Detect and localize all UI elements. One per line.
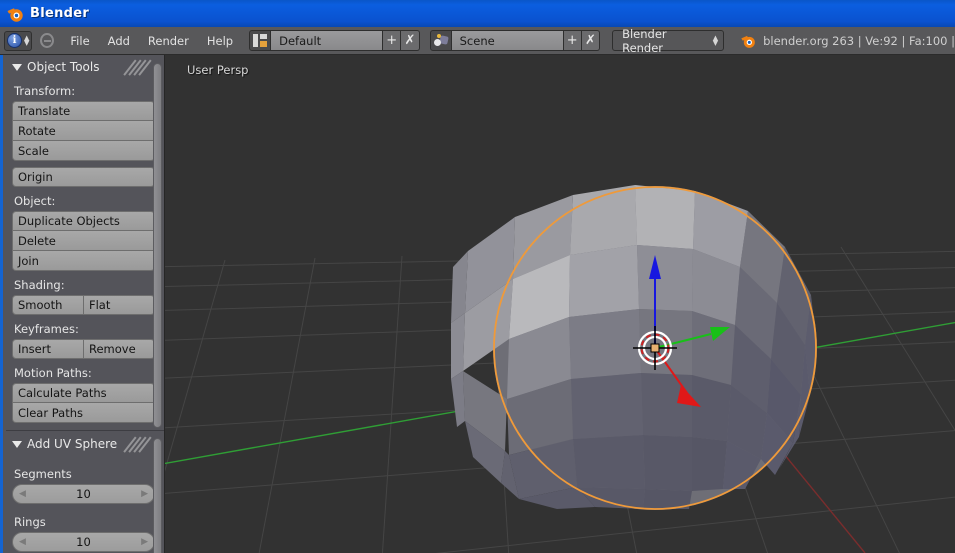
menu-render[interactable]: Render bbox=[139, 31, 198, 51]
origin-button[interactable]: Origin bbox=[12, 167, 155, 187]
status-area: blender.org 263 | Ve:92 | Fa:100 | bbox=[740, 33, 955, 49]
group-shading: Smooth Flat bbox=[12, 295, 155, 315]
label-shading: Shading: bbox=[14, 278, 65, 292]
segments-stepper[interactable]: ◀ 10 ▶ bbox=[12, 484, 155, 504]
status-text: blender.org 263 | Ve:92 | Fa:100 | bbox=[763, 33, 955, 48]
grip-lines-icon[interactable] bbox=[123, 59, 152, 76]
minus-circle-icon[interactable] bbox=[40, 33, 55, 48]
label-motion-paths: Motion Paths: bbox=[14, 366, 92, 380]
chevron-right-icon[interactable]: ▶ bbox=[141, 489, 148, 499]
clear-paths-button[interactable]: Clear Paths bbox=[12, 403, 155, 423]
panel-object-tools: Object Tools Transform: Translate Rotate… bbox=[3, 55, 164, 423]
viewport-view-label: User Persp bbox=[187, 63, 249, 77]
triangle-down-icon bbox=[12, 63, 22, 71]
object-tools-scrollbar[interactable] bbox=[153, 63, 162, 428]
label-segments: Segments bbox=[14, 467, 72, 481]
blender-logo-icon bbox=[740, 33, 756, 49]
panel-divider bbox=[6, 430, 164, 431]
panel-add-uv-sphere-title: Add UV Sphere bbox=[27, 437, 118, 451]
updown-arrows-icon: ▲ ▼ bbox=[24, 33, 30, 47]
duplicate-objects-button[interactable]: Duplicate Objects bbox=[12, 211, 155, 231]
join-button[interactable]: Join bbox=[12, 251, 155, 271]
info-editor-icon: i bbox=[7, 33, 22, 48]
tool-panel: Object Tools Transform: Translate Rotate… bbox=[0, 55, 165, 553]
editor-type-selector[interactable]: i ▲ ▼ bbox=[4, 30, 33, 51]
window-titlebar: Blender bbox=[0, 0, 955, 27]
group-keyframes: Insert Remove bbox=[12, 339, 155, 359]
grip-lines-icon[interactable] bbox=[123, 436, 152, 453]
rings-value: 10 bbox=[76, 535, 91, 549]
delete-button[interactable]: Delete bbox=[12, 231, 155, 251]
rings-stepper[interactable]: ◀ 10 ▶ bbox=[12, 532, 155, 552]
delete-scene-button[interactable]: ✗ bbox=[581, 30, 601, 51]
blender-logo-icon bbox=[6, 5, 24, 23]
chevron-left-icon[interactable]: ◀ bbox=[19, 489, 26, 499]
panel-object-tools-title: Object Tools bbox=[27, 60, 100, 74]
calculate-paths-button[interactable]: Calculate Paths bbox=[12, 383, 155, 403]
scene-field[interactable]: Scene bbox=[451, 30, 564, 51]
render-engine-label: Blender Render bbox=[622, 26, 667, 55]
screen-layout-field[interactable]: Default bbox=[271, 30, 383, 51]
render-engine-dropdown[interactable]: Blender Render ▲ ▼ bbox=[612, 27, 725, 55]
menu-add[interactable]: Add bbox=[99, 31, 139, 51]
group-motion-paths: Calculate Paths Clear Paths bbox=[12, 383, 155, 423]
top-menu-bar: i ▲ ▼ File Add Render Help Default + ✗ Sc… bbox=[0, 27, 955, 55]
scale-button[interactable]: Scale bbox=[12, 141, 155, 161]
3d-viewport[interactable]: User Persp bbox=[165, 55, 955, 553]
window-title: Blender bbox=[30, 6, 90, 21]
add-uv-sphere-scrollbar[interactable] bbox=[153, 438, 162, 553]
label-keyframes: Keyframes: bbox=[14, 322, 79, 336]
chevron-left-icon[interactable]: ◀ bbox=[19, 537, 26, 547]
chevron-right-icon[interactable]: ▶ bbox=[141, 537, 148, 547]
panel-add-uv-sphere: Add UV Sphere Segments ◀ 10 ▶ Rings ◀ 10… bbox=[3, 432, 164, 552]
group-object: Duplicate Objects Delete Join bbox=[12, 211, 155, 271]
chevron-updown-icon: ▲ ▼ bbox=[712, 33, 719, 47]
add-screen-layout-button[interactable]: + bbox=[383, 30, 402, 51]
group-transform: Translate Rotate Scale bbox=[12, 101, 155, 161]
smooth-button[interactable]: Smooth bbox=[12, 295, 84, 315]
scene-icon[interactable] bbox=[429, 30, 452, 51]
menu-help[interactable]: Help bbox=[198, 31, 242, 51]
label-rings: Rings bbox=[14, 515, 46, 529]
screen-layout-icon[interactable] bbox=[249, 30, 272, 51]
menu-file[interactable]: File bbox=[61, 31, 98, 51]
triangle-down-icon bbox=[12, 440, 22, 448]
label-transform: Transform: bbox=[14, 84, 76, 98]
delete-screen-layout-button[interactable]: ✗ bbox=[401, 30, 420, 51]
viewport-canvas[interactable] bbox=[165, 55, 955, 553]
add-scene-button[interactable]: + bbox=[563, 30, 582, 51]
flat-button[interactable]: Flat bbox=[84, 295, 155, 315]
translate-button[interactable]: Translate bbox=[12, 101, 155, 121]
rotate-button[interactable]: Rotate bbox=[12, 121, 155, 141]
label-object: Object: bbox=[14, 194, 56, 208]
remove-keyframe-button[interactable]: Remove bbox=[84, 339, 155, 359]
insert-keyframe-button[interactable]: Insert bbox=[12, 339, 84, 359]
segments-value: 10 bbox=[76, 487, 91, 501]
